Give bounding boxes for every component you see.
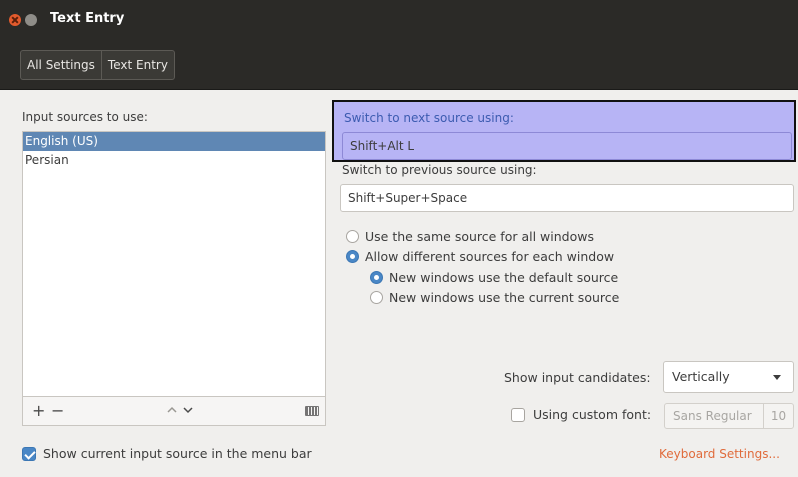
- radio-same-source[interactable]: Use the same source for all windows: [346, 229, 594, 244]
- font-size: 10: [763, 404, 793, 428]
- header-toolbar: All Settings Text Entry: [0, 38, 798, 90]
- radio-different-sources[interactable]: Allow different sources for each window: [346, 249, 614, 264]
- breadcrumb-all-settings[interactable]: All Settings: [21, 51, 101, 79]
- title-bar: Text Entry: [0, 0, 798, 38]
- window-title: Text Entry: [50, 11, 125, 26]
- chevron-up-icon[interactable]: [166, 404, 178, 416]
- show-in-menu-bar-label: Show current input source in the menu ba…: [43, 446, 312, 461]
- input-candidates-value: Vertically: [672, 369, 730, 384]
- input-candidates-label: Show input candidates:: [504, 370, 651, 385]
- radio-default-source[interactable]: New windows use the default source: [370, 270, 618, 285]
- radio-label: New windows use the current source: [389, 290, 620, 305]
- switch-next-input[interactable]: Shift+Alt L: [342, 132, 792, 160]
- custom-font-checkbox[interactable]: [511, 407, 525, 422]
- input-sources-label: Input sources to use:: [22, 110, 148, 124]
- keyboard-layout-icon[interactable]: [305, 406, 319, 416]
- dropdown-arrow-icon: [773, 375, 781, 380]
- switch-next-highlight: Switch to next source using: Shift+Alt L: [332, 100, 796, 162]
- add-source-button[interactable]: +: [32, 402, 45, 420]
- minimize-icon[interactable]: [25, 14, 37, 26]
- custom-font-label: Using custom font:: [533, 407, 652, 422]
- radio-label: Allow different sources for each window: [365, 249, 615, 264]
- radio-current-source[interactable]: New windows use the current source: [370, 290, 619, 305]
- radio-label: Use the same source for all windows: [365, 229, 594, 244]
- chevron-down-icon[interactable]: [182, 404, 194, 416]
- font-chooser-button[interactable]: Sans Regular 10: [664, 403, 794, 429]
- show-in-menu-bar-checkbox[interactable]: [22, 446, 36, 461]
- custom-font-row[interactable]: Using custom font:: [511, 407, 651, 422]
- input-candidates-select[interactable]: Vertically: [663, 361, 794, 393]
- remove-source-button[interactable]: −: [51, 402, 64, 420]
- switch-next-label: Switch to next source using:: [344, 111, 514, 125]
- list-toolbar: + −: [22, 396, 326, 426]
- radio-button[interactable]: [346, 250, 359, 263]
- close-icon[interactable]: [9, 14, 21, 26]
- input-sources-list[interactable]: English (US) Persian: [22, 131, 326, 396]
- switch-prev-input[interactable]: Shift+Super+Space: [340, 184, 794, 212]
- list-item[interactable]: Persian: [23, 151, 325, 170]
- radio-button[interactable]: [370, 291, 383, 304]
- radio-button[interactable]: [370, 271, 383, 284]
- show-in-menu-bar-row[interactable]: Show current input source in the menu ba…: [22, 446, 312, 461]
- radio-label: New windows use the default source: [389, 270, 619, 285]
- breadcrumb-text-entry[interactable]: Text Entry: [100, 51, 174, 79]
- keyboard-settings-link[interactable]: Keyboard Settings...: [659, 447, 780, 461]
- radio-button[interactable]: [346, 230, 359, 243]
- switch-prev-label: Switch to previous source using:: [342, 163, 537, 177]
- font-name: Sans Regular: [673, 409, 752, 423]
- breadcrumb: All Settings Text Entry: [20, 50, 175, 80]
- list-item[interactable]: English (US): [23, 132, 325, 151]
